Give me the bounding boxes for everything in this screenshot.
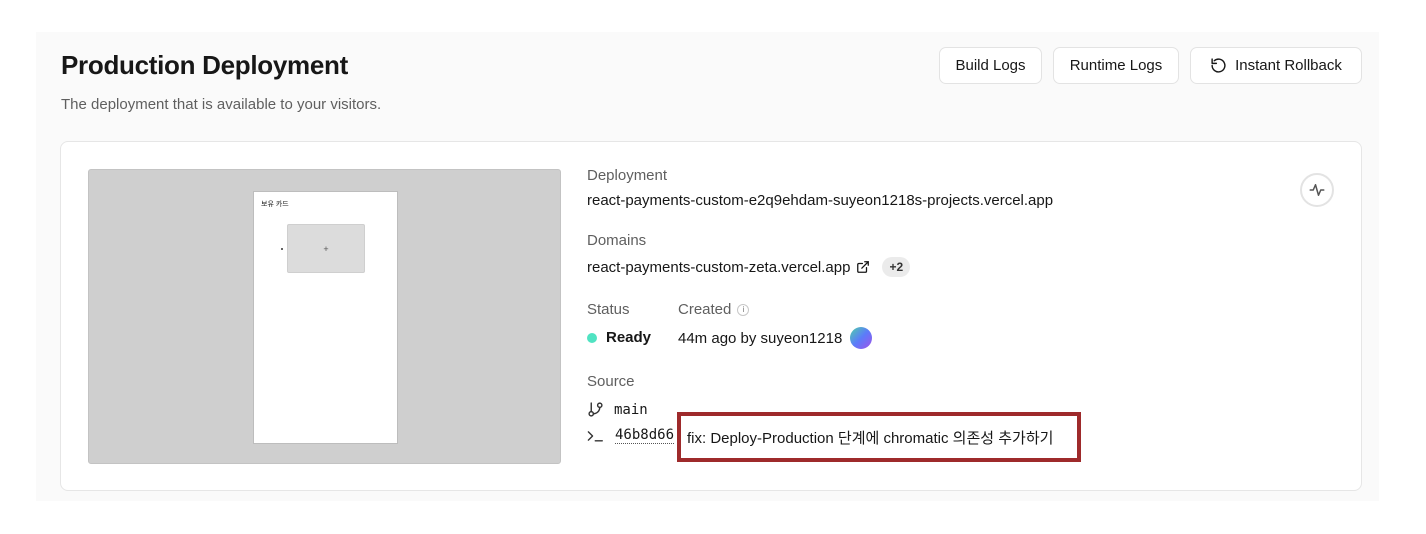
external-link-icon[interactable] bbox=[856, 260, 870, 274]
git-branch-icon bbox=[588, 402, 603, 417]
status-row: Ready bbox=[587, 329, 651, 346]
production-deployment-section: Production Deployment The deployment tha… bbox=[36, 32, 1379, 501]
runtime-logs-button[interactable]: Runtime Logs bbox=[1053, 47, 1179, 84]
created-label-row: Created i bbox=[678, 301, 750, 318]
preview-add-card: + bbox=[287, 224, 365, 273]
build-logs-button[interactable]: Build Logs bbox=[939, 47, 1042, 84]
deployment-card: 보유 카드 + Deployment react-payments-custom… bbox=[60, 141, 1362, 491]
preview-dot bbox=[281, 248, 283, 250]
activity-icon bbox=[1309, 184, 1325, 196]
activity-button[interactable] bbox=[1300, 173, 1334, 207]
runtime-logs-label: Runtime Logs bbox=[1069, 57, 1163, 74]
avatar[interactable] bbox=[850, 327, 873, 349]
info-icon[interactable]: i bbox=[737, 303, 750, 316]
preview-page: 보유 카드 + bbox=[253, 191, 398, 444]
commit-message: fix: Deploy-Production 단계에 chromatic 의존성… bbox=[677, 412, 1081, 462]
status-dot bbox=[587, 332, 597, 343]
preview-page-title: 보유 카드 bbox=[261, 201, 289, 208]
deployment-preview[interactable]: 보유 카드 + bbox=[88, 169, 561, 464]
status-label: Status bbox=[587, 301, 630, 318]
page-title: Production Deployment bbox=[61, 50, 348, 80]
domains-label: Domains bbox=[587, 232, 647, 249]
branch-row: main bbox=[587, 401, 648, 418]
instant-rollback-label: Instant Rollback bbox=[1235, 57, 1342, 74]
created-label: Created bbox=[678, 301, 732, 318]
source-label: Source bbox=[587, 373, 635, 390]
created-value: 44m ago by suyeon1218 bbox=[678, 329, 843, 347]
deployment-url[interactable]: react-payments-custom-e2q9ehdam-suyeon12… bbox=[587, 192, 1053, 209]
status-value: Ready bbox=[606, 329, 652, 346]
created-row: 44m ago by suyeon1218 bbox=[678, 327, 873, 349]
rollback-icon bbox=[1211, 58, 1226, 73]
commit-row: 46b8d66 fix: Deploy-Production 단계에 chrom… bbox=[587, 412, 1081, 462]
page-subtitle: The deployment that is available to your… bbox=[61, 96, 382, 113]
build-logs-label: Build Logs bbox=[955, 57, 1026, 74]
more-domains-badge[interactable]: +2 bbox=[882, 257, 911, 277]
domain-row: react-payments-custom-zeta.vercel.app +2 bbox=[587, 257, 911, 277]
branch-name[interactable]: main bbox=[614, 402, 648, 418]
commit-hash[interactable]: 46b8d66 bbox=[615, 427, 675, 444]
domain-link[interactable]: react-payments-custom-zeta.vercel.app bbox=[587, 259, 850, 276]
deployment-label: Deployment bbox=[587, 167, 668, 184]
terminal-icon bbox=[587, 430, 603, 442]
instant-rollback-button[interactable]: Instant Rollback bbox=[1190, 47, 1362, 84]
